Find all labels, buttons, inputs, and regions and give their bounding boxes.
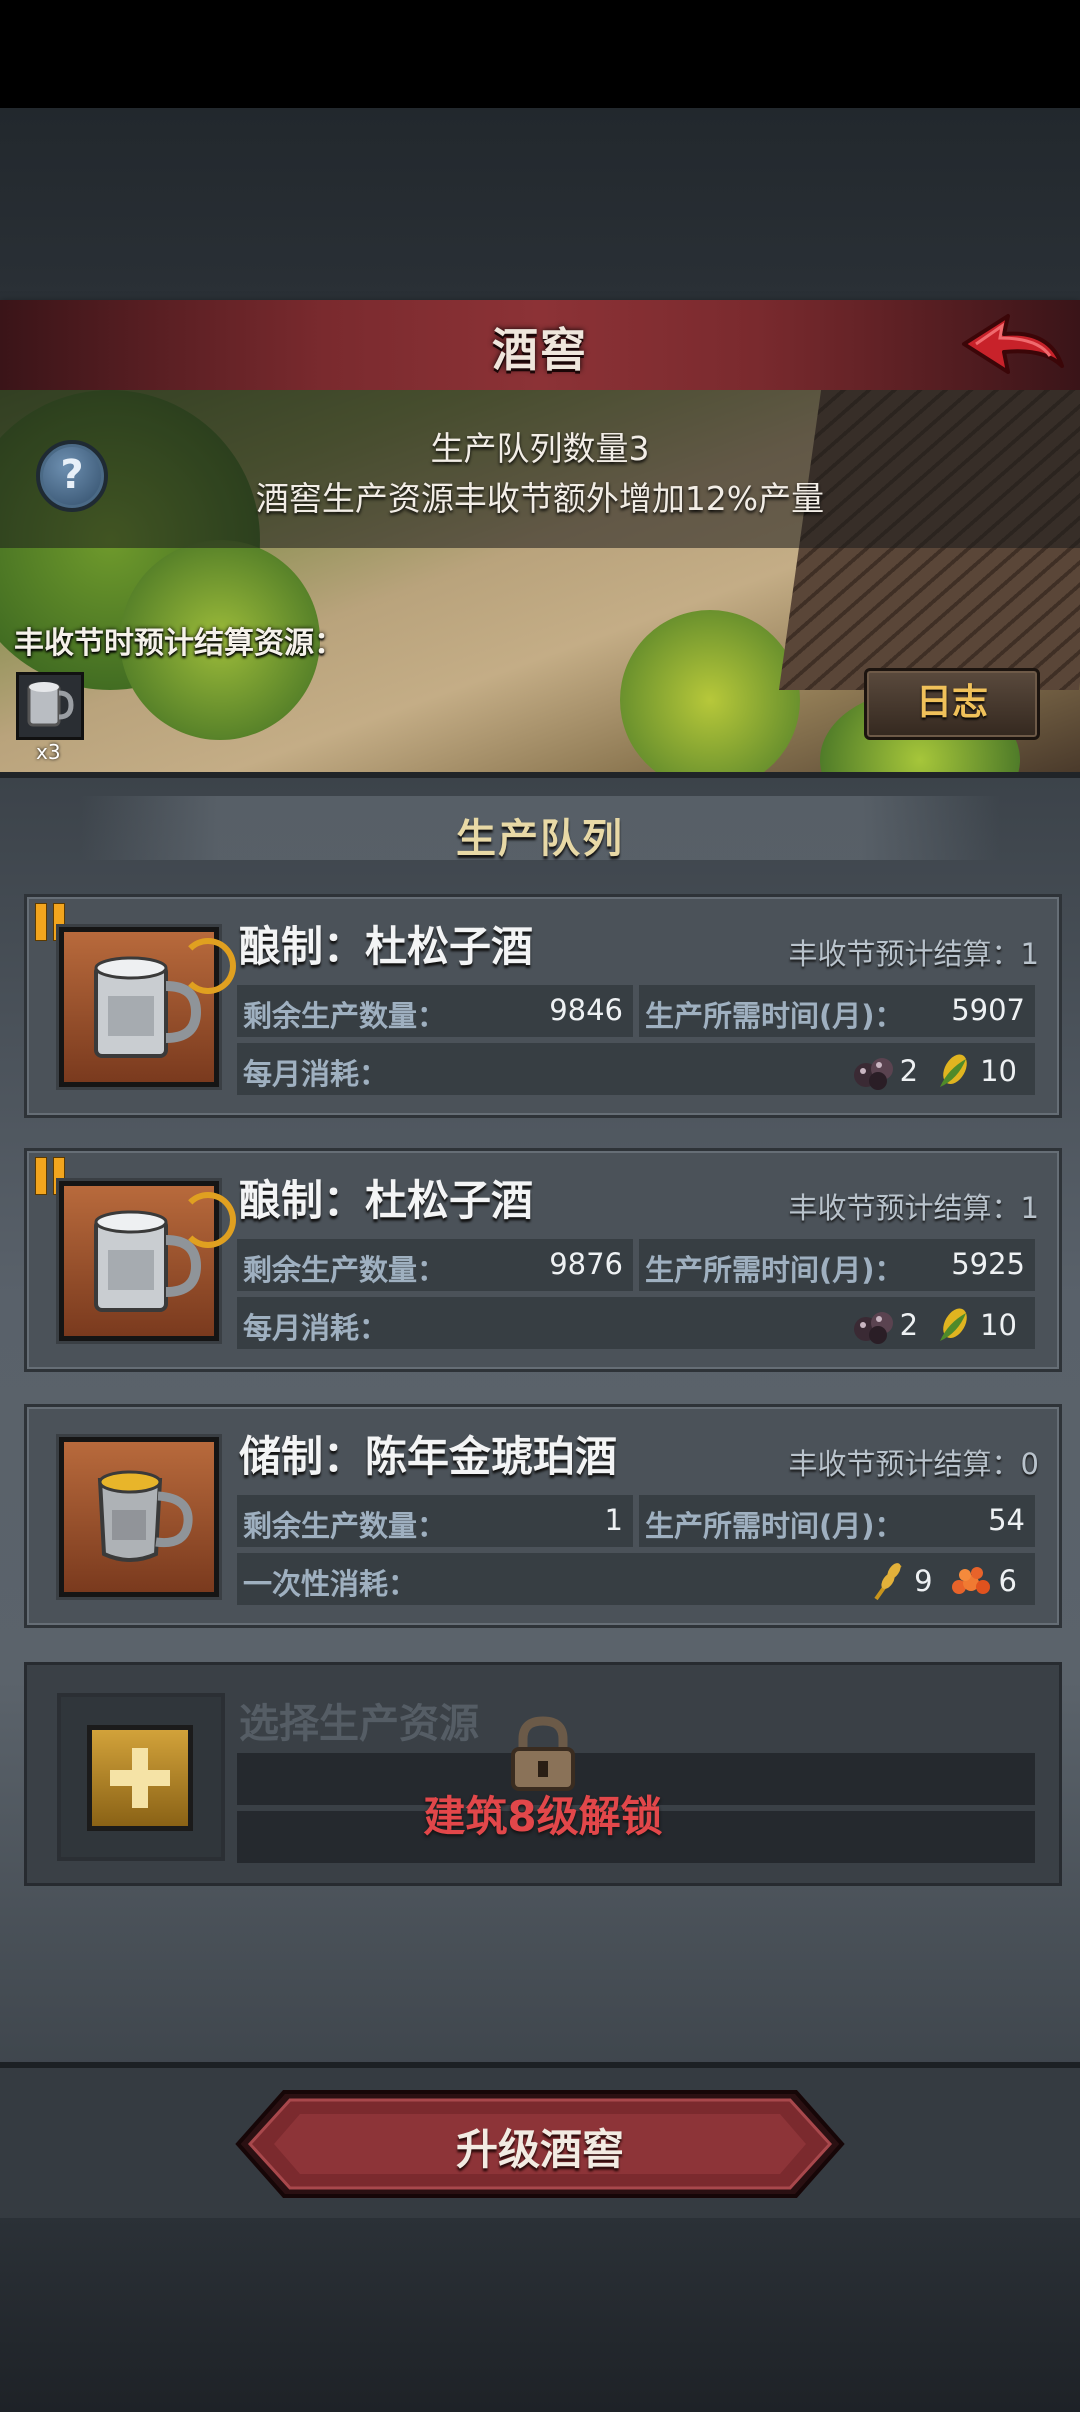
card-title: 酿制：杜松子酒: [239, 922, 534, 971]
production-queue-section: 生产队列 酿制：杜松子酒 丰收节预计结算：1 剩余生产数量： 9846 生产所需…: [0, 772, 1080, 2068]
queue-card[interactable]: 储制：陈年金琥珀酒 丰收节预计结算：0 剩余生产数量： 1 生产所需时间(月)：…: [24, 1404, 1062, 1628]
card-title: 酿制：杜松子酒: [239, 1176, 534, 1225]
queue-card[interactable]: 酿制：杜松子酒 丰收节预计结算：1 剩余生产数量： 9846 生产所需时间(月)…: [24, 894, 1062, 1118]
harvest-forecast-label: 丰收节时预计结算资源：: [14, 626, 344, 661]
queue-count-text: 生产队列数量3: [430, 429, 650, 468]
time-row: 生产所需时间(月)： 5907: [639, 985, 1035, 1037]
item-frame: [59, 1437, 219, 1597]
time-label: 生产所需时间(月)：: [645, 999, 904, 1033]
remaining-value: 1: [604, 1503, 623, 1537]
remaining-value: 9876: [549, 1247, 623, 1281]
item-frame: [59, 927, 236, 1087]
remaining-label: 剩余生产数量：: [243, 1253, 447, 1287]
remaining-row: 剩余生产数量： 9846: [237, 985, 633, 1037]
consumption-row: 每月消耗： 2 10: [237, 1043, 1035, 1095]
berries-icon: [853, 1312, 893, 1344]
card-title: 储制：陈年金琥珀酒: [239, 1432, 618, 1481]
consumption-row: 一次性消耗： 9 6: [237, 1553, 1035, 1605]
upgrade-area: 升级酒窖: [0, 2062, 1080, 2224]
cost2: 6: [998, 1564, 1017, 1598]
cost1: 2: [899, 1054, 919, 1088]
corn-icon: [940, 1054, 967, 1087]
queue-card[interactable]: 酿制：杜松子酒 丰收节预计结算：1 剩余生产数量： 9876 生产所需时间(月)…: [24, 1148, 1062, 1372]
bottom-backdrop: [0, 2218, 1080, 2412]
page-title: 酒窖: [492, 323, 588, 377]
berries-icon: [853, 1058, 893, 1090]
remaining-value: 9846: [549, 993, 623, 1027]
back-arrow-icon[interactable]: [958, 310, 1068, 382]
locked-queue-slot[interactable]: 选择生产资源 建筑8级解锁: [24, 1662, 1062, 1886]
cost2: 10: [980, 1308, 1017, 1342]
cost1: 9: [914, 1564, 933, 1598]
time-label: 生产所需时间(月)：: [645, 1509, 904, 1543]
upgrade-button[interactable]: 升级酒窖: [234, 2088, 846, 2200]
harvest-bonus-text: 酒窖生产资源丰收节额外增加12%产量: [255, 479, 825, 518]
refresh-icon[interactable]: [180, 938, 236, 994]
unlock-requirement: 建筑8级解锁: [423, 1792, 663, 1841]
consumption-label: 每月消耗：: [243, 1057, 389, 1091]
harvest-settle: 丰收节预计结算：0: [788, 1447, 1039, 1481]
mug-icon[interactable]: [16, 672, 84, 740]
log-button[interactable]: 日志: [864, 668, 1040, 740]
status-bar-area: [0, 0, 1080, 108]
cost1: 2: [899, 1308, 919, 1342]
upgrade-label: 升级酒窖: [455, 2125, 624, 2174]
lock-icon: [511, 1716, 575, 1791]
backdrop: [0, 108, 1080, 300]
remaining-row: 剩余生产数量： 1: [237, 1495, 633, 1547]
consumption-row: 每月消耗： 2 10: [237, 1297, 1035, 1349]
building-scene: ? 生产队列数量3 酒窖生产资源丰收节额外增加12%产量 丰收节时预计结算资源：…: [0, 390, 1080, 772]
consumption-label: 一次性消耗：: [243, 1567, 418, 1601]
time-value: 5925: [951, 1247, 1025, 1281]
select-resource-title: 选择生产资源: [239, 1701, 479, 1747]
remaining-label: 剩余生产数量：: [243, 1509, 447, 1543]
panel-header: 酒窖: [0, 300, 1080, 394]
remaining-row: 剩余生产数量： 9876: [237, 1239, 633, 1291]
tree-decoration: [620, 610, 800, 772]
time-row: 生产所需时间(月)： 54: [639, 1495, 1035, 1547]
harvest-settle: 丰收节预计结算：1: [788, 1191, 1039, 1225]
corn-icon: [940, 1308, 967, 1341]
cost2: 10: [980, 1054, 1017, 1088]
consumption-label: 每月消耗：: [243, 1311, 389, 1345]
wheat-icon: [874, 1563, 902, 1601]
harvest-settle: 丰收节预计结算：1: [788, 937, 1039, 971]
harvest-item-count: x3: [36, 740, 61, 764]
time-row: 生产所需时间(月)： 5925: [639, 1239, 1035, 1291]
remaining-label: 剩余生产数量：: [243, 999, 447, 1033]
amber-ale-icon: [97, 1470, 193, 1562]
roe-icon: [951, 1567, 990, 1594]
time-value: 54: [988, 1503, 1025, 1537]
section-title: 生产队列: [456, 816, 624, 862]
refresh-icon[interactable]: [180, 1192, 236, 1248]
time-value: 5907: [951, 993, 1025, 1027]
time-label: 生产所需时间(月)：: [645, 1253, 904, 1287]
item-frame: [59, 1181, 236, 1341]
